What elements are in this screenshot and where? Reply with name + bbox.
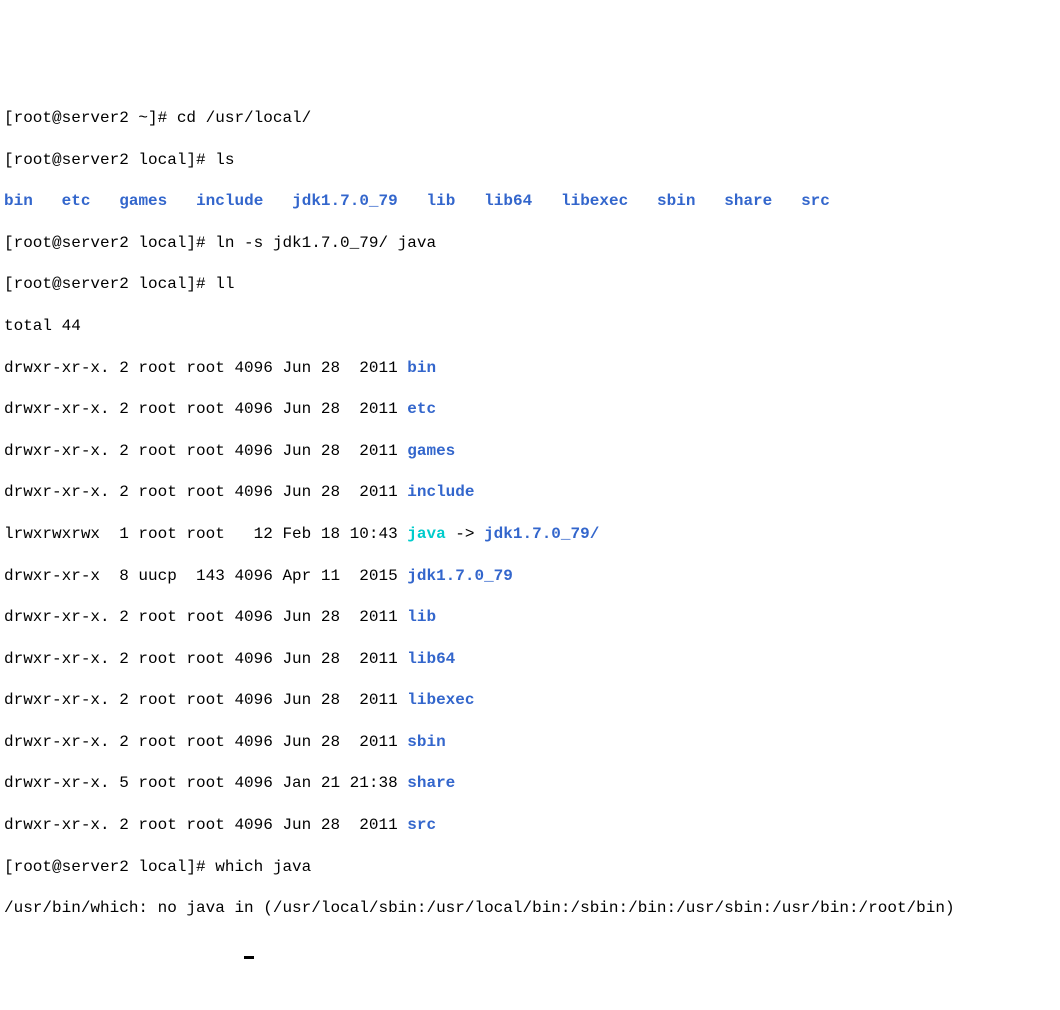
dir-name: lib64 — [484, 192, 532, 210]
file-entry: drwxr-xr-x. 2 root root 4096 Jun 28 2011… — [4, 649, 1056, 670]
command-text: which java — [215, 858, 311, 876]
dir-name: libexec — [407, 691, 474, 709]
dir-name: games — [119, 192, 167, 210]
shell-prompt: [root@server2 local]# — [4, 151, 215, 169]
prompt-line: [root@server2 local]# ll — [4, 274, 1056, 295]
which-output: /usr/bin/which: no java in (/usr/local/s… — [4, 898, 1056, 919]
file-entry: drwxr-xr-x. 2 root root 4096 Jun 28 2011… — [4, 815, 1056, 836]
file-entry: drwxr-xr-x. 2 root root 4096 Jun 28 2011… — [4, 399, 1056, 420]
dir-name: src — [801, 192, 830, 210]
total-line: total 44 — [4, 316, 1056, 337]
command-text: cd /usr/local/ — [177, 109, 311, 127]
dir-name: libexec — [561, 192, 628, 210]
dir-name: lib64 — [407, 650, 455, 668]
prompt-line: [root@server2 local]# ls — [4, 150, 1056, 171]
dir-name: jdk1.7.0_79 — [292, 192, 398, 210]
file-perms: drwxr-xr-x 8 uucp 143 4096 Apr 11 2015 — [4, 567, 407, 585]
file-entry: drwxr-xr-x. 2 root root 4096 Jun 28 2011… — [4, 482, 1056, 503]
file-perms: drwxr-xr-x. 2 root root 4096 Jun 28 2011 — [4, 359, 407, 377]
file-perms: drwxr-xr-x. 5 root root 4096 Jan 21 21:3… — [4, 774, 407, 792]
file-entry: drwxr-xr-x. 2 root root 4096 Jun 28 2011… — [4, 690, 1056, 711]
shell-prompt: [root@server2 ~]# — [4, 109, 177, 127]
symlink-name: java — [407, 525, 445, 543]
terminal-output[interactable]: [root@server2 ~]# cd /usr/local/ [root@s… — [4, 87, 1056, 981]
command-text: ls — [215, 151, 234, 169]
command-text: ln -s jdk1.7.0_79/ java — [215, 234, 436, 252]
dir-name: sbin — [657, 192, 695, 210]
prompt-line: [root@server2 local]# which java — [4, 857, 1056, 878]
file-perms: drwxr-xr-x. 2 root root 4096 Jun 28 2011 — [4, 483, 407, 501]
file-entry: drwxr-xr-x. 2 root root 4096 Jun 28 2011… — [4, 607, 1056, 628]
dir-name: include — [407, 483, 474, 501]
dir-name: lib — [427, 192, 456, 210]
file-perms: drwxr-xr-x. 2 root root 4096 Jun 28 2011 — [4, 691, 407, 709]
dir-name: src — [407, 816, 436, 834]
file-perms: drwxr-xr-x. 2 root root 4096 Jun 28 2011 — [4, 400, 407, 418]
dir-name: etc — [407, 400, 436, 418]
cursor-icon — [244, 956, 254, 959]
file-perms: drwxr-xr-x. 2 root root 4096 Jun 28 2011 — [4, 650, 407, 668]
file-perms: lrwxrwxrwx 1 root root 12 Feb 18 10:43 — [4, 525, 407, 543]
file-perms: drwxr-xr-x. 2 root root 4096 Jun 28 2011 — [4, 608, 407, 626]
shell-prompt: [root@server2 local]# — [4, 858, 215, 876]
file-perms: drwxr-xr-x. 2 root root 4096 Jun 28 2011 — [4, 816, 407, 834]
file-perms: drwxr-xr-x. 2 root root 4096 Jun 28 2011 — [4, 733, 407, 751]
file-entry: drwxr-xr-x. 2 root root 4096 Jun 28 2011… — [4, 441, 1056, 462]
prompt-line: [root@server2 ~]# cd /usr/local/ — [4, 108, 1056, 129]
dir-name: lib — [407, 608, 436, 626]
shell-prompt: [root@server2 local]# — [4, 234, 215, 252]
ls-output: bin etc games include jdk1.7.0_79 lib li… — [4, 191, 1056, 212]
file-entry: drwxr-xr-x. 5 root root 4096 Jan 21 21:3… — [4, 773, 1056, 794]
dir-name: games — [407, 442, 455, 460]
command-text: ll — [215, 275, 234, 293]
file-entry: drwxr-xr-x. 2 root root 4096 Jun 28 2011… — [4, 732, 1056, 753]
file-entry: drwxr-xr-x 8 uucp 143 4096 Apr 11 2015 j… — [4, 566, 1056, 587]
file-entry: lrwxrwxrwx 1 root root 12 Feb 18 10:43 j… — [4, 524, 1056, 545]
dir-name: share — [407, 774, 455, 792]
cursor-line — [4, 940, 1056, 961]
symlink-target: jdk1.7.0_79/ — [484, 525, 599, 543]
shell-prompt: [root@server2 local]# — [4, 275, 215, 293]
dir-name: share — [724, 192, 772, 210]
arrow: -> — [446, 525, 484, 543]
file-entry: drwxr-xr-x. 2 root root 4096 Jun 28 2011… — [4, 358, 1056, 379]
prompt-line: [root@server2 local]# ln -s jdk1.7.0_79/… — [4, 233, 1056, 254]
dir-name: include — [196, 192, 263, 210]
file-perms: drwxr-xr-x. 2 root root 4096 Jun 28 2011 — [4, 442, 407, 460]
dir-name: etc — [62, 192, 91, 210]
dir-name: bin — [407, 359, 436, 377]
dir-name: bin — [4, 192, 33, 210]
dir-name: jdk1.7.0_79 — [407, 567, 513, 585]
dir-name: sbin — [407, 733, 445, 751]
